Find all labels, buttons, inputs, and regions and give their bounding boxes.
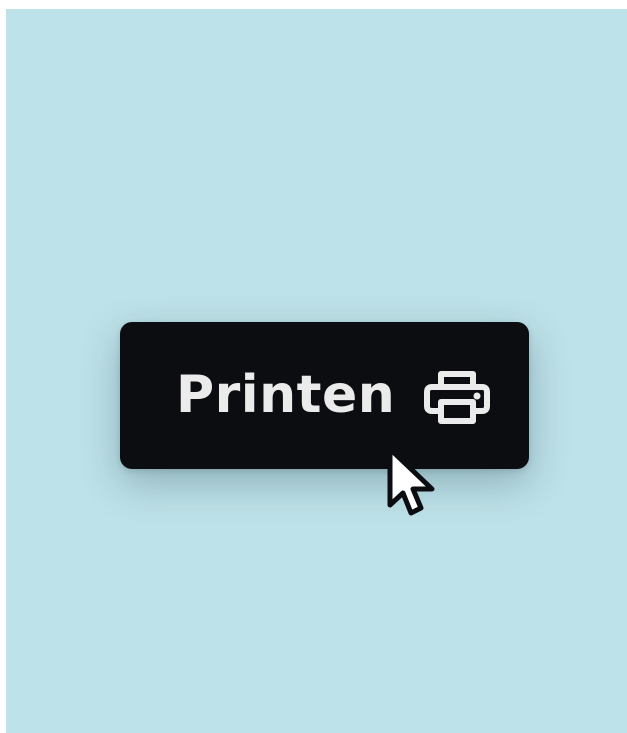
pointer-cursor-icon [378,441,444,533]
print-button[interactable]: Printen [120,322,529,469]
canvas-background: Printen [6,9,627,733]
printer-icon [422,367,492,427]
print-button-label: Printen [176,365,396,425]
